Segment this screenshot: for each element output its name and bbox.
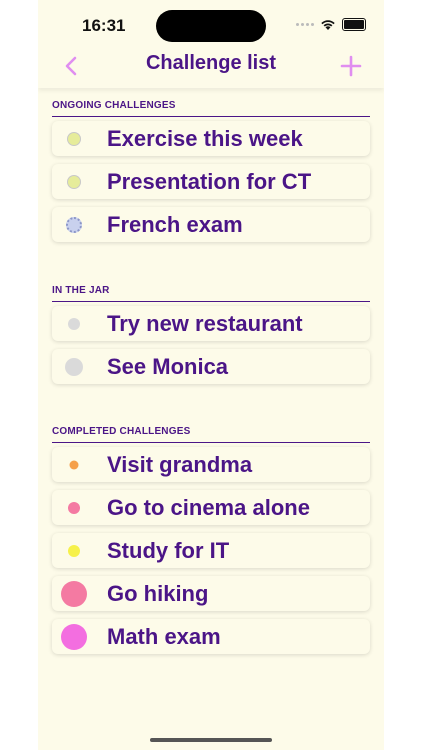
section-ongoing: ONGOING CHALLENGES Exercise this week Pre… [52, 100, 370, 250]
section-header: ONGOING CHALLENGES [52, 100, 370, 117]
status-dot-icon [69, 460, 79, 469]
challenge-label: Math exam [107, 623, 221, 649]
wifi-icon [321, 19, 335, 30]
section-header: IN THE JAR [52, 285, 370, 302]
status-dot-icon [68, 544, 80, 557]
add-challenge-button[interactable] [338, 52, 364, 80]
challenge-row[interactable]: Go to cinema alone [52, 490, 370, 525]
challenge-row[interactable]: Math exam [52, 619, 370, 654]
status-icons [296, 18, 366, 31]
challenge-label: Exercise this week [107, 125, 303, 151]
challenge-row[interactable]: Exercise this week [52, 121, 370, 156]
plus-icon [340, 55, 362, 77]
challenge-row[interactable]: See Monica [52, 349, 370, 384]
home-indicator[interactable] [150, 738, 272, 742]
challenge-label: Go hiking [107, 580, 209, 606]
dynamic-island [156, 10, 266, 42]
status-dot-icon [65, 357, 83, 376]
nav-bar: Challenge list [38, 46, 384, 88]
challenge-label: French exam [107, 211, 243, 237]
app-screen: 16:31 Challenge list ONGOING CHALLENGES … [38, 0, 384, 750]
status-dot-icon [66, 216, 82, 233]
challenge-label: Try new restaurant [107, 310, 303, 336]
status-dot-icon [68, 501, 80, 514]
challenge-label: Go to cinema alone [107, 494, 310, 520]
section-completed: COMPLETED CHALLENGES Visit grandma Go to … [52, 426, 370, 662]
section-in-the-jar: IN THE JAR Try new restaurant See Monica [52, 285, 370, 392]
section-header: COMPLETED CHALLENGES [52, 426, 370, 443]
status-dot-icon [61, 580, 87, 607]
challenge-label: Visit grandma [107, 451, 253, 477]
challenge-row[interactable]: French exam [52, 207, 370, 242]
challenge-row[interactable]: Go hiking [52, 576, 370, 611]
challenge-row[interactable]: Study for IT [52, 533, 370, 568]
status-dot-icon [61, 623, 87, 650]
page-title: Challenge list [145, 52, 277, 74]
challenge-row[interactable]: Try new restaurant [52, 306, 370, 341]
status-dot-icon [68, 175, 80, 188]
challenge-label: Study for IT [107, 537, 230, 563]
signal-icon [296, 23, 314, 26]
status-dot-icon [68, 132, 80, 145]
challenge-label: Presentation for CT [107, 168, 312, 194]
status-dot-icon [68, 317, 80, 330]
battery-icon [342, 18, 366, 31]
status-time: 16:31 [82, 16, 126, 35]
challenge-row[interactable]: Presentation for CT [52, 164, 370, 199]
challenge-row[interactable]: Visit grandma [52, 447, 370, 482]
challenge-label: See Monica [107, 353, 229, 379]
